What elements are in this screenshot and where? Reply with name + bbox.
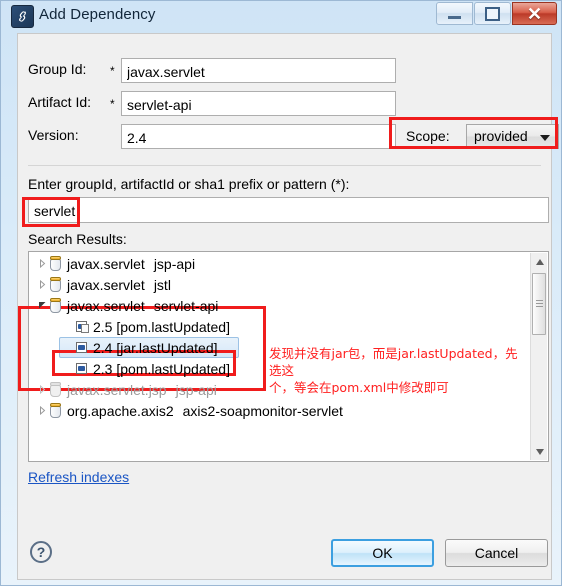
- tree-row-artifact-id: jsp-api: [175, 381, 217, 398]
- scope-dropdown[interactable]: provided: [466, 124, 559, 149]
- tree-row[interactable]: javax.servlet jsp-api: [29, 253, 530, 274]
- artifact-id-input[interactable]: [121, 91, 396, 116]
- tree-row-label: javax.servlet.jsp jsp-api: [67, 382, 217, 398]
- search-results-label: Search Results:: [28, 231, 127, 247]
- tree-row-label: 2.3 [pom.lastUpdated]: [93, 360, 230, 377]
- scroll-down-button[interactable]: [531, 443, 548, 460]
- chevron-down-icon: [535, 448, 544, 455]
- chevron-right-icon[interactable]: [35, 406, 49, 415]
- refresh-indexes-link[interactable]: Refresh indexes: [28, 469, 129, 485]
- tree-row-label: javax.servlet servlet-api: [67, 298, 218, 314]
- chevron-down-icon[interactable]: [35, 301, 49, 310]
- artifact-id-row: Artifact Id: *: [18, 91, 551, 116]
- artifact-id-label: Artifact Id:: [28, 94, 92, 110]
- tree-row-artifact-id: jstl: [153, 276, 171, 293]
- maximize-button[interactable]: [474, 2, 511, 25]
- tree-row-artifact-id: servlet-api: [153, 297, 219, 314]
- scrollbar-grip-icon: [536, 300, 543, 307]
- group-id-required-mark: *: [110, 64, 115, 78]
- cancel-button[interactable]: Cancel: [445, 539, 548, 567]
- minimize-button[interactable]: [436, 2, 473, 25]
- maven-dependency-icon: [11, 5, 34, 28]
- tree-row-group-id: javax.servlet: [67, 297, 145, 314]
- scope-label: Scope:: [406, 128, 450, 144]
- tree-row[interactable]: javax.servlet servlet-api: [29, 295, 530, 316]
- chevron-right-icon[interactable]: [35, 280, 49, 289]
- jar-icon: [49, 298, 62, 313]
- annotation-note: 发现并没有jar包，而是jar.lastUpdated，先选这 个，等会在pom…: [269, 346, 518, 395]
- jar-icon: [49, 277, 62, 292]
- maximize-icon: [485, 6, 500, 21]
- tree-row[interactable]: org.apache.axis2 axis2-soapmonitor-servle…: [29, 400, 530, 421]
- version-row: Version: Scope: provided: [18, 124, 559, 149]
- tree-row[interactable]: 2.5 [pom.lastUpdated]: [29, 316, 530, 337]
- window-controls: ✕: [435, 2, 557, 28]
- chevron-up-icon: [535, 258, 544, 265]
- jar-icon: [49, 403, 62, 418]
- minimize-icon: [448, 16, 461, 19]
- search-hint-label: Enter groupId, artifactId or sha1 prefix…: [28, 176, 350, 192]
- tree-row-label: 2.5 [pom.lastUpdated]: [93, 318, 230, 335]
- version-jar-icon: [75, 341, 89, 355]
- group-id-input[interactable]: [121, 58, 396, 83]
- chevron-right-icon[interactable]: [35, 259, 49, 268]
- dialog-body: Group Id: * Artifact Id: * Version: Scop…: [17, 33, 559, 580]
- chevron-down-icon: [540, 135, 550, 141]
- title-bar: Add Dependency ✕: [1, 1, 561, 32]
- tree-row-artifact-id: axis2-soapmonitor-servlet: [182, 402, 343, 419]
- scroll-up-button[interactable]: [531, 253, 548, 270]
- scrollbar-thumb[interactable]: [532, 273, 546, 335]
- tree-row-group-id: javax.servlet: [67, 276, 145, 293]
- jar-icon: [49, 256, 62, 271]
- tree-row-group-id: org.apache.axis2: [67, 402, 174, 419]
- version-jar-icon: [75, 362, 89, 376]
- tree-row-group-id: javax.servlet: [67, 255, 145, 272]
- add-dependency-dialog: Add Dependency ✕ Group Id: * Artifact Id…: [0, 0, 562, 586]
- jar-icon: [49, 382, 62, 397]
- group-id-row: Group Id: *: [18, 58, 551, 83]
- close-button[interactable]: ✕: [512, 2, 557, 25]
- scope-value: provided: [474, 128, 528, 144]
- group-id-label: Group Id:: [28, 61, 87, 77]
- divider: [28, 165, 541, 166]
- version-input[interactable]: [121, 124, 396, 149]
- chevron-right-icon[interactable]: [35, 385, 49, 394]
- tree-row-label: org.apache.axis2 axis2-soapmonitor-servle…: [67, 403, 343, 419]
- tree-scrollbar[interactable]: [530, 253, 547, 460]
- version-label: Version:: [28, 127, 79, 143]
- version-pom-icon: [75, 320, 89, 334]
- tree-row-label: 2.4 [jar.lastUpdated]: [93, 339, 218, 356]
- tree-row-label: javax.servlet jstl: [67, 277, 171, 293]
- tree-row[interactable]: javax.servlet jstl: [29, 274, 530, 295]
- window-title: Add Dependency: [39, 6, 156, 23]
- ok-button[interactable]: OK: [331, 539, 434, 567]
- tree-row-label: javax.servlet jsp-api: [67, 256, 195, 272]
- tree-row-artifact-id: jsp-api: [153, 255, 196, 272]
- search-input[interactable]: [28, 197, 549, 223]
- close-icon: ✕: [526, 3, 543, 24]
- artifact-id-required-mark: *: [110, 97, 115, 111]
- help-button[interactable]: ?: [30, 541, 52, 563]
- tree-row-group-id: javax.servlet.jsp: [67, 381, 167, 398]
